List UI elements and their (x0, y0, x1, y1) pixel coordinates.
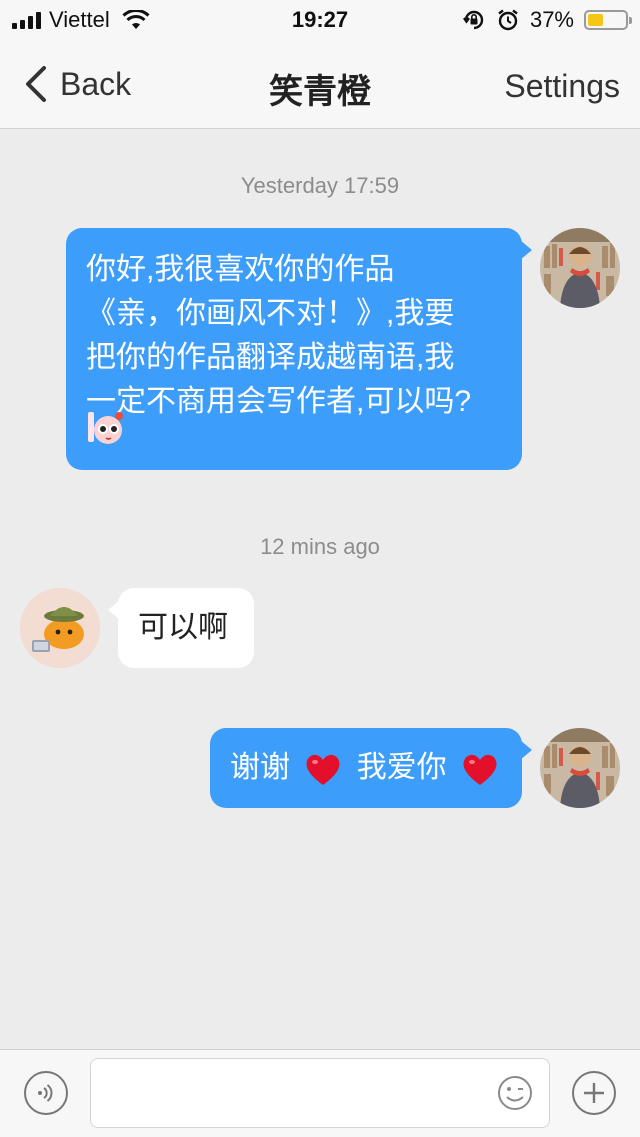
message-input[interactable] (90, 1058, 550, 1128)
message-line: 一定不商用会写作者,可以吗? (86, 385, 472, 418)
voice-icon (38, 1084, 53, 1102)
status-bar: Viettel 19:27 37% (0, 0, 640, 40)
back-label: Back (60, 65, 132, 102)
message-text: 我爱你 (356, 751, 447, 784)
outgoing-message-bubble[interactable]: 谢谢 我爱你 (210, 728, 532, 808)
contact-avatar[interactable] (20, 588, 100, 668)
voice-button[interactable] (24, 1071, 68, 1115)
red-heart-emoji (463, 754, 497, 786)
avatar-image (540, 228, 620, 308)
nav-bar: Back 笑青橙 Settings (0, 40, 640, 129)
alarm-icon (498, 9, 518, 31)
message-timestamp: 12 mins ago (260, 534, 380, 559)
cute-face-sticker (88, 412, 123, 444)
message-text: 谢谢 (230, 751, 290, 784)
my-avatar[interactable] (540, 728, 620, 808)
settings-button[interactable]: Settings (504, 68, 620, 105)
message-line: 你好,我很喜欢你的作品 (86, 253, 395, 286)
back-button[interactable]: Back (20, 62, 131, 106)
battery-percent: 37% (529, 7, 574, 32)
incoming-message-bubble[interactable]: 可以啊 (108, 588, 254, 668)
status-right: 37% (462, 7, 632, 33)
outgoing-message-bubble[interactable]: 你好,我很喜欢你的作品 《亲，你画风不对！》,我要 把你的作品翻译成越南语,我 … (66, 228, 532, 470)
message-line: 《亲，你画风不对！》,我要 (86, 297, 455, 330)
battery-icon (584, 10, 632, 30)
avatar-image (540, 728, 620, 808)
avatar-image (20, 588, 100, 668)
my-avatar[interactable] (540, 228, 620, 308)
message-line: 把你的作品翻译成越南语,我 (86, 341, 455, 374)
emoji-icon[interactable] (496, 1074, 534, 1112)
message-timestamp: Yesterday 17:59 (240, 173, 400, 198)
red-heart-emoji (306, 754, 340, 786)
add-button[interactable] (572, 1071, 616, 1115)
plus-icon (584, 1083, 604, 1103)
message-text: 可以啊 (138, 611, 228, 644)
composer-bar (0, 1049, 640, 1137)
orientation-lock-icon (462, 10, 484, 30)
chevron-left-icon (26, 66, 46, 102)
